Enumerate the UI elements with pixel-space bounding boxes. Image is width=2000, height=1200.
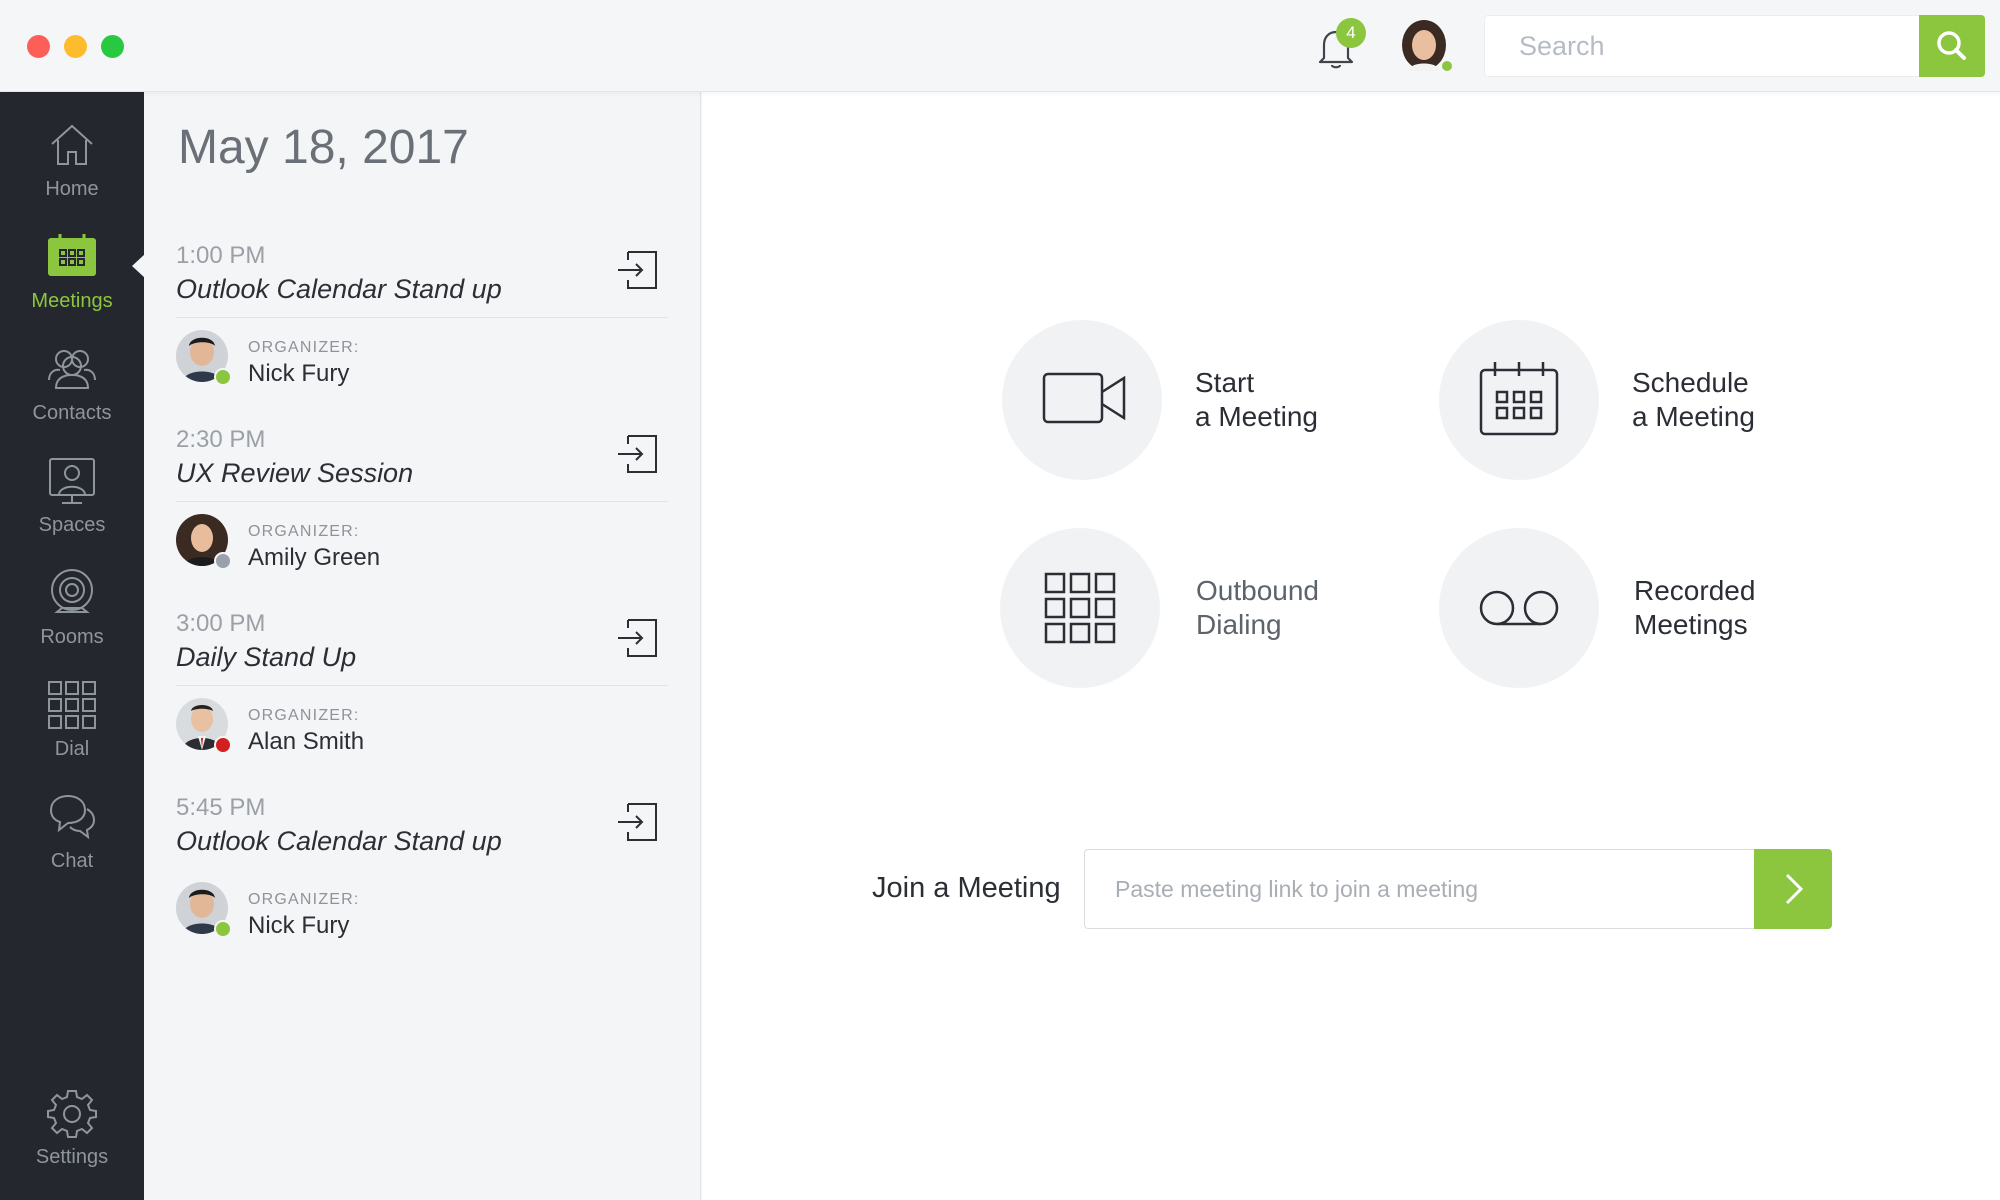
sidebar-item-rooms[interactable]: Rooms xyxy=(0,568,144,680)
dialpad-icon xyxy=(48,681,96,729)
webcam-icon xyxy=(51,569,93,613)
home-icon xyxy=(51,124,93,165)
join-meeting-icon[interactable] xyxy=(616,800,660,844)
minimize-window-button[interactable] xyxy=(64,35,87,58)
organizer-name: Nick Fury xyxy=(248,360,350,387)
action-label-line1: Start xyxy=(1195,367,1255,398)
sidebar-item-label: Spaces xyxy=(38,514,106,536)
sidebar-item-spaces[interactable]: Spaces xyxy=(0,456,144,568)
search-button[interactable] xyxy=(1919,15,1985,77)
organizer-label: ORGANIZER: xyxy=(248,707,360,724)
sidebar-item-label: Settings xyxy=(35,1146,109,1168)
sidebar-item-meetings[interactable]: Meetings xyxy=(0,232,144,344)
organizer-name: Alan Smith xyxy=(248,728,365,755)
sidebar-item-label: Home xyxy=(45,178,99,200)
meeting-divider xyxy=(176,501,668,502)
zoom-window-button[interactable] xyxy=(101,35,124,58)
calendar-icon xyxy=(1479,362,1559,436)
chevron-right-icon xyxy=(1785,873,1804,905)
user-avatar[interactable] xyxy=(1400,19,1454,73)
sidebar-item-label: Dial xyxy=(54,738,90,760)
organizer-status-dot xyxy=(214,920,232,938)
meeting-title: Daily Stand Up xyxy=(176,642,357,672)
meeting-list-item[interactable]: 3:00 PM Daily Stand Up ORGANIZER: Alan S… xyxy=(176,610,668,794)
sidebar-item-contacts[interactable]: Contacts xyxy=(0,344,144,456)
meeting-time: 3:00 PM xyxy=(176,610,266,637)
sidebar-item-dial[interactable]: Dial xyxy=(0,680,144,792)
action-label-line2: a Meeting xyxy=(1195,401,1318,432)
close-window-button[interactable] xyxy=(27,35,50,58)
meetings-date: May 18, 2017 xyxy=(178,121,469,174)
organizer-name: Nick Fury xyxy=(248,912,350,939)
online-status-dot xyxy=(1440,59,1454,73)
video-camera-icon xyxy=(1042,372,1126,424)
meeting-time: 1:00 PM xyxy=(176,242,266,269)
organizer-label: ORGANIZER: xyxy=(248,891,360,908)
sidebar-item-settings[interactable]: Settings xyxy=(0,1088,144,1200)
organizer-status-dot xyxy=(214,552,232,570)
action-label-line1: Recorded xyxy=(1634,575,1756,606)
sidebar-item-home[interactable]: Home xyxy=(0,120,144,232)
action-label-line1: Schedule xyxy=(1632,367,1749,398)
meeting-divider xyxy=(176,317,668,318)
search-input[interactable]: Search xyxy=(1484,15,1922,77)
meeting-list-item[interactable]: 2:30 PM UX Review Session ORGANIZER: Ami… xyxy=(176,426,668,610)
organizer-label: ORGANIZER: xyxy=(248,339,360,356)
join-meeting-label: Join a Meeting xyxy=(872,872,1061,904)
join-meeting-icon[interactable] xyxy=(616,248,660,292)
chat-bubbles-icon xyxy=(49,794,96,840)
join-meeting-icon[interactable] xyxy=(616,432,660,476)
organizer-name: Amily Green xyxy=(248,544,381,571)
sidebar-nav: Home Meetings Contacts Spaces Rooms Dial… xyxy=(0,92,144,1200)
organizer-label: ORGANIZER: xyxy=(248,523,360,540)
gear-icon xyxy=(47,1090,97,1138)
meeting-time: 5:45 PM xyxy=(176,794,266,821)
meetings-list-panel: May 18, 2017 1:00 PM Outlook Calendar St… xyxy=(144,92,701,1200)
meeting-divider xyxy=(176,685,668,686)
meeting-list-item[interactable]: 1:00 PM Outlook Calendar Stand up ORGANI… xyxy=(176,242,668,426)
sidebar-item-label: Chat xyxy=(50,850,94,872)
spaces-icon xyxy=(49,458,95,504)
sidebar-item-label: Rooms xyxy=(40,626,104,648)
main-content: Start a Meeting Schedule a Meeting Outbo… xyxy=(702,92,2000,1200)
notifications-button[interactable]: 4 xyxy=(1308,18,1366,74)
sidebar-item-chat[interactable]: Chat xyxy=(0,792,144,904)
meeting-link-input[interactable]: Paste meeting link to join a meeting xyxy=(1084,849,1754,929)
outbound-dialing-button[interactable]: Outbound Dialing xyxy=(1000,528,1420,688)
title-bar: 4 Search xyxy=(0,0,2000,92)
action-label-line2: a Meeting xyxy=(1632,401,1755,432)
join-meeting-icon[interactable] xyxy=(616,616,660,660)
meeting-title: UX Review Session xyxy=(176,458,414,488)
action-label-line2: Meetings xyxy=(1634,609,1748,640)
organizer-status-dot xyxy=(214,736,232,754)
recorded-meetings-button[interactable]: Recorded Meetings xyxy=(1439,528,1859,688)
voicemail-icon xyxy=(1479,590,1559,626)
active-nav-pointer xyxy=(132,254,145,278)
search-icon xyxy=(1937,31,1966,60)
join-meeting-submit-button[interactable] xyxy=(1754,849,1832,929)
schedule-meeting-button[interactable]: Schedule a Meeting xyxy=(1439,320,1859,480)
meeting-title: Outlook Calendar Stand up xyxy=(176,826,502,856)
organizer-status-dot xyxy=(214,368,232,386)
action-label-line1: Outbound xyxy=(1196,575,1319,606)
action-label-line2: Dialing xyxy=(1196,609,1282,640)
start-meeting-button[interactable]: Start a Meeting xyxy=(1002,320,1422,480)
meeting-list-item[interactable]: 5:45 PM Outlook Calendar Stand up ORGANI… xyxy=(176,794,668,978)
notification-badge: 4 xyxy=(1336,18,1366,48)
dialpad-icon xyxy=(1044,572,1116,644)
meeting-title: Outlook Calendar Stand up xyxy=(176,274,502,304)
sidebar-item-label: Contacts xyxy=(32,402,112,424)
calendar-icon xyxy=(48,234,96,276)
sidebar-item-label: Meetings xyxy=(31,290,113,312)
contacts-icon xyxy=(48,350,96,389)
meeting-time: 2:30 PM xyxy=(176,426,266,453)
